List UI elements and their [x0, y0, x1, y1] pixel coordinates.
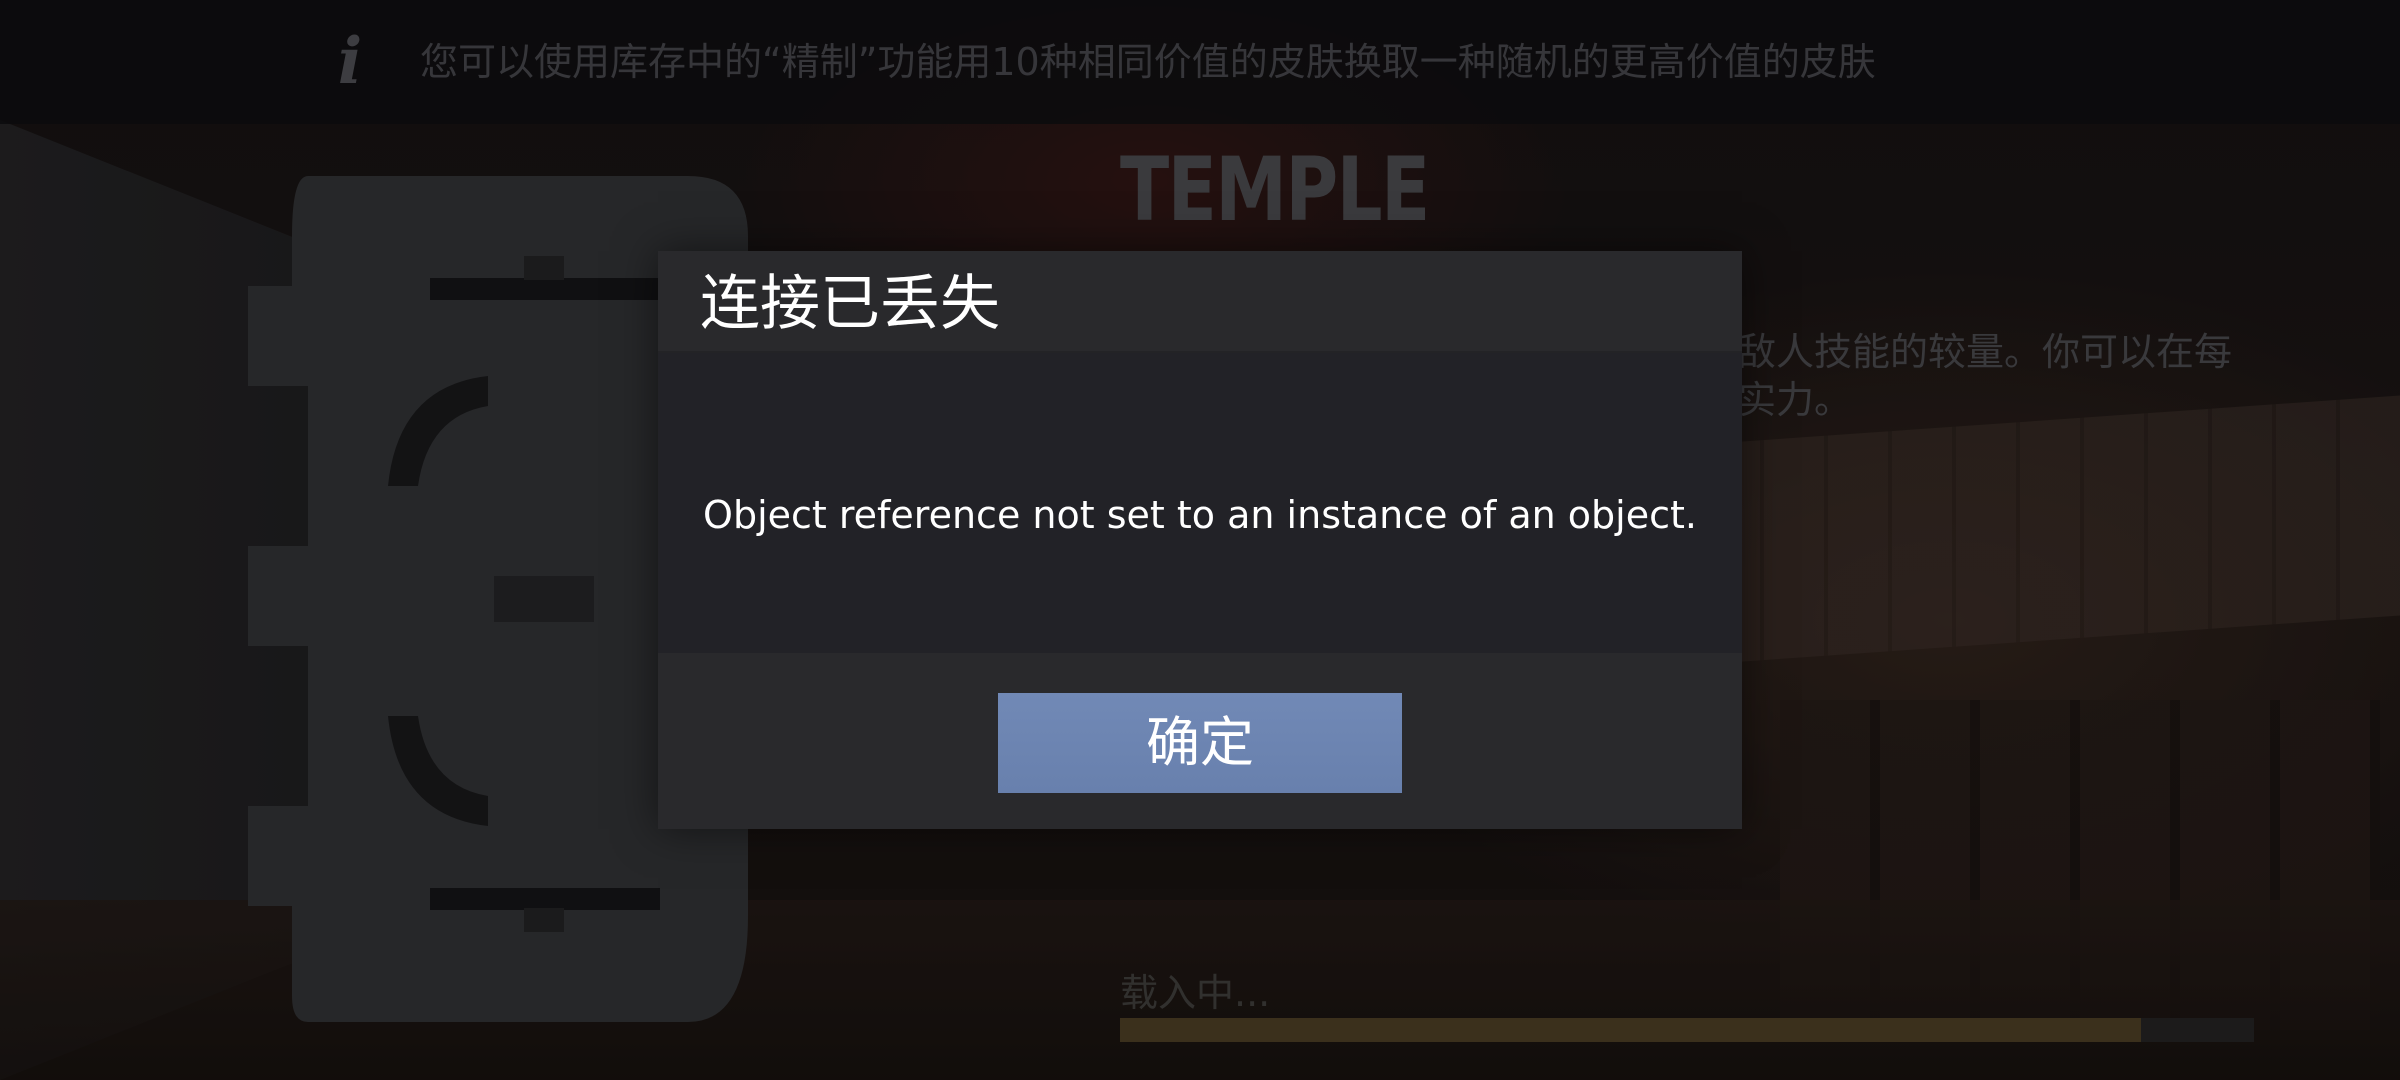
dialog-title: 连接已丢失 — [700, 269, 1000, 339]
dialog-header: 连接已丢失 — [658, 251, 1742, 353]
dialog-footer: 确定 — [658, 653, 1742, 829]
dialog-message: Object reference not set to an instance … — [703, 493, 1697, 537]
game-screen: i 您可以使用库存中的“精制”功能用10种相同价值的皮肤换取一种随机的更高价值的… — [0, 0, 2400, 1080]
ok-button[interactable]: 确定 — [998, 693, 1402, 793]
connection-lost-dialog: 连接已丢失 Object reference not set to an ins… — [658, 251, 1742, 829]
dialog-body: Object reference not set to an instance … — [658, 353, 1742, 653]
